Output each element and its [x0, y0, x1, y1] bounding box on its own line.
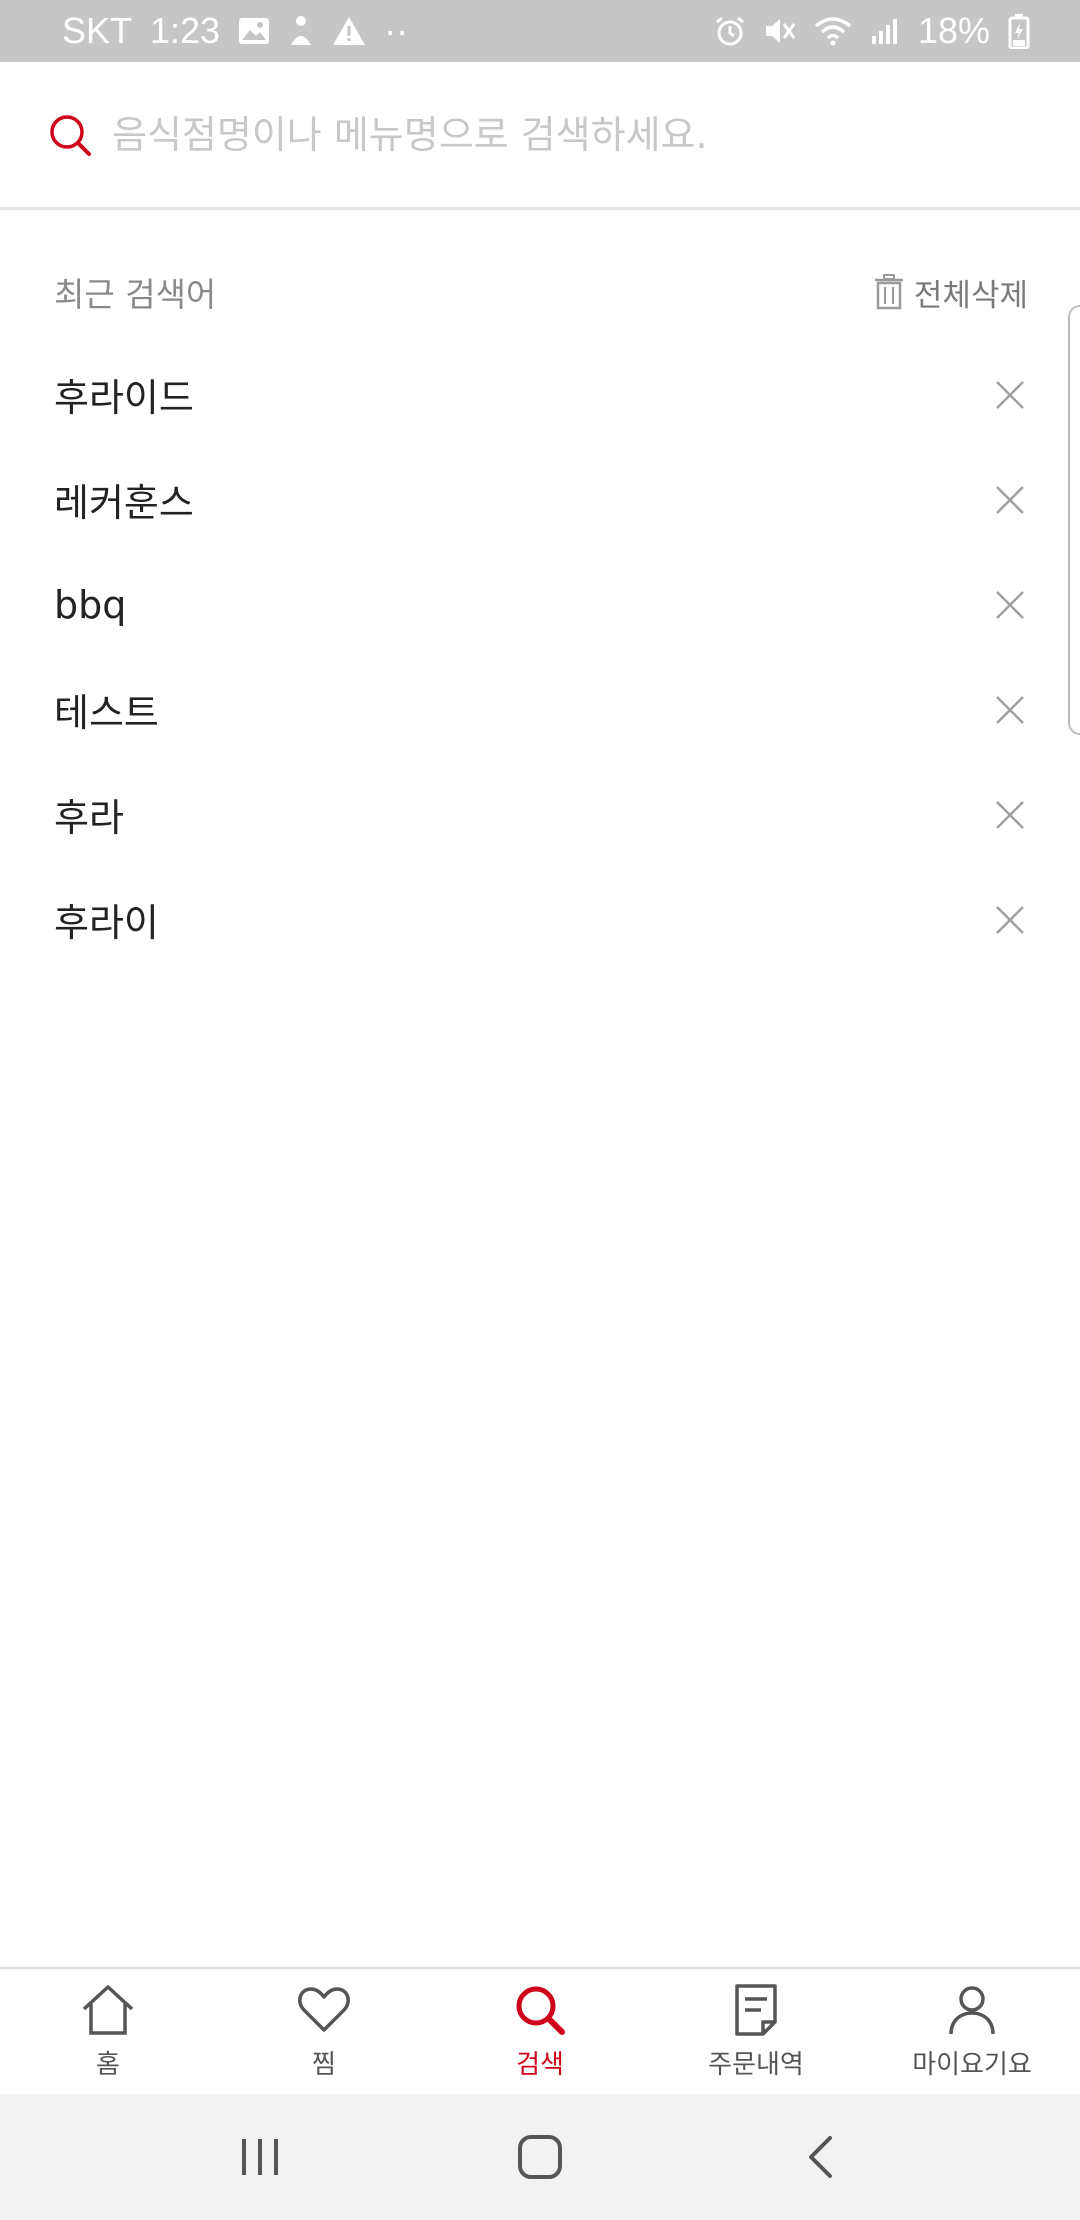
- gallery-icon: [238, 17, 270, 45]
- close-icon: [996, 800, 1024, 829]
- nav-item-orders[interactable]: 주문내역: [648, 1969, 864, 2094]
- warning-icon: [332, 16, 366, 46]
- recent-searches-title: 최근 검색어: [54, 275, 217, 314]
- recent-search-label: 후라이: [54, 901, 159, 945]
- remove-search-button[interactable]: [988, 478, 1032, 522]
- back-button[interactable]: [780, 2117, 860, 2197]
- recent-search-item[interactable]: 테스트: [0, 657, 1080, 762]
- battery-charging-icon: [1008, 13, 1030, 49]
- recent-apps-icon: [242, 2139, 278, 2175]
- status-bar: SKT 1:23 ·· 18%: [0, 0, 1080, 62]
- nav-item-search[interactable]: 검색: [432, 1969, 648, 2094]
- wifi-icon: [814, 16, 852, 46]
- trash-icon: [874, 274, 903, 310]
- nav-label: 홈: [96, 2050, 120, 2080]
- close-icon: [996, 380, 1024, 409]
- remove-search-button[interactable]: [988, 898, 1032, 942]
- recent-searches-list: 후라이드 레커훈스 bbq 테스트 후라 후라이: [0, 342, 1080, 972]
- heart-icon: [298, 1987, 350, 2032]
- bottom-nav: 홈 찜 검색 주문내역 마이요기요: [0, 1967, 1080, 2094]
- signal-icon: [870, 16, 900, 46]
- clock: 1:23: [150, 10, 221, 51]
- screen: SKT 1:23 ·· 18% 음식점명이나 메뉴명으로 검색하세요. 최근 검…: [0, 0, 1080, 2220]
- back-chevron-icon: [809, 2136, 832, 2178]
- home-icon: [82, 1985, 134, 2035]
- recent-searches-header: 최근 검색어 전체삭제: [54, 262, 1028, 322]
- nav-label: 찜: [312, 2050, 336, 2080]
- nav-label: 주문내역: [708, 2050, 804, 2080]
- recent-apps-button[interactable]: [220, 2117, 300, 2197]
- close-icon: [996, 695, 1024, 724]
- recent-search-label: 후라: [54, 796, 124, 840]
- recent-search-label: bbq: [54, 582, 127, 627]
- close-icon: [996, 905, 1024, 934]
- recent-search-label: 후라이드: [54, 376, 194, 420]
- recent-search-item[interactable]: 후라이드: [0, 342, 1080, 447]
- nav-item-favorites[interactable]: 찜: [216, 1969, 432, 2094]
- recent-search-label: 테스트: [54, 691, 159, 735]
- search-input[interactable]: [112, 99, 1080, 170]
- carrier-label: SKT: [62, 10, 133, 51]
- home-square-icon: [518, 2135, 562, 2179]
- more-notifications-dots: ··: [384, 10, 409, 51]
- recent-search-item[interactable]: 후라이: [0, 867, 1080, 972]
- search-icon: [50, 114, 91, 156]
- recent-search-label: 레커훈스: [54, 481, 194, 525]
- close-icon: [996, 590, 1024, 619]
- system-nav-bar: [0, 2094, 1080, 2220]
- mute-icon: [764, 16, 796, 46]
- remove-search-button[interactable]: [988, 583, 1032, 627]
- search-bar: [0, 62, 1080, 210]
- nav-item-home[interactable]: 홈: [0, 1969, 216, 2094]
- recent-search-item[interactable]: bbq: [0, 552, 1080, 657]
- delete-all-button[interactable]: 전체삭제: [874, 270, 1028, 315]
- nav-item-my-yogiyo[interactable]: 마이요기요: [864, 1969, 1080, 2094]
- delete-all-label: 전체삭제: [913, 277, 1028, 314]
- recent-search-item[interactable]: 후라: [0, 762, 1080, 867]
- status-right: 18%: [714, 10, 1030, 52]
- document-icon: [735, 1984, 777, 2036]
- remove-search-button[interactable]: [988, 688, 1032, 732]
- remove-search-button[interactable]: [988, 793, 1032, 837]
- home-button[interactable]: [500, 2117, 580, 2197]
- alarm-icon: [714, 15, 746, 47]
- search-icon: [516, 1986, 565, 2035]
- remove-search-button[interactable]: [988, 373, 1032, 417]
- edge-panel-handle[interactable]: [1068, 305, 1080, 735]
- nav-label: 마이요기요: [912, 2050, 1032, 2080]
- recent-search-item[interactable]: 레커훈스: [0, 447, 1080, 552]
- figure-icon: [288, 15, 314, 47]
- close-icon: [996, 485, 1024, 514]
- nav-label: 검색: [516, 2050, 564, 2080]
- person-icon: [949, 1986, 995, 2035]
- status-left: SKT 1:23 ··: [62, 10, 408, 52]
- battery-percent: 18%: [917, 10, 990, 51]
